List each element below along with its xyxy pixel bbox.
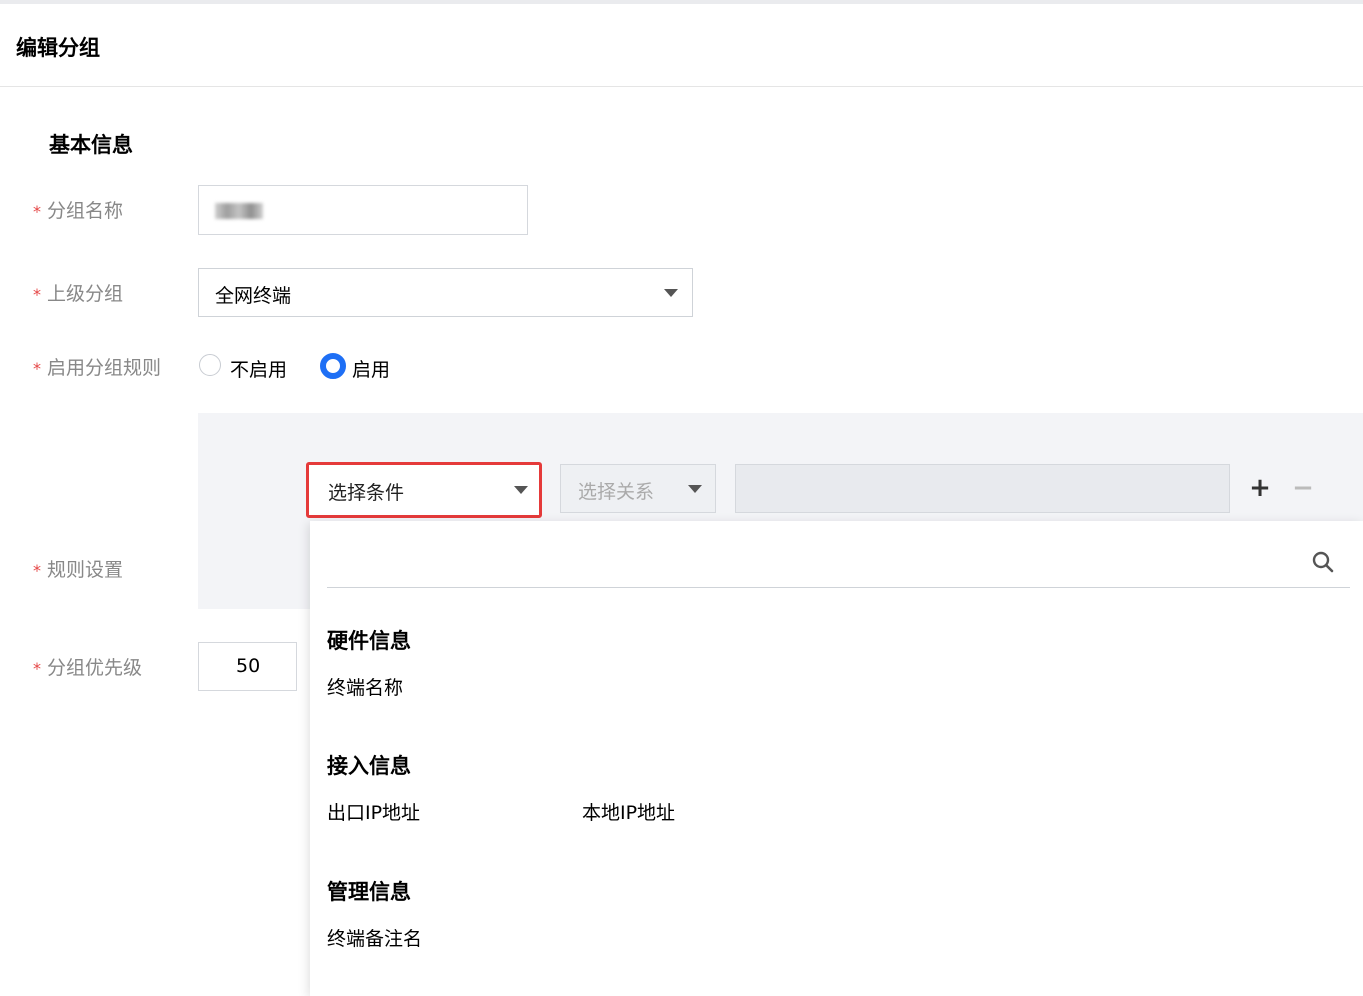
group-title-access: 接入信息: [327, 754, 411, 778]
page-title: 编辑分组: [16, 36, 100, 60]
group-title-hardware: 硬件信息: [327, 629, 411, 653]
caret-down-icon: [688, 485, 702, 493]
group-name-value: [215, 203, 263, 219]
group-name-label: * 分组名称: [33, 196, 123, 223]
required-mark: *: [33, 561, 41, 580]
condition-select[interactable]: 选择条件: [306, 462, 542, 518]
group-name-input[interactable]: [198, 185, 528, 235]
add-rule-button[interactable]: +: [1249, 475, 1271, 501]
condition-dropdown-panel: 硬件信息 终端名称 接入信息 出口IP地址 本地IP地址 管理信息 终端备注名: [310, 521, 1363, 996]
condition-select-placeholder: 选择条件: [328, 482, 405, 504]
radio-disable[interactable]: [199, 354, 221, 376]
rule-setting-label: * 规则设置: [33, 555, 123, 582]
parent-group-select[interactable]: 全网终端: [198, 268, 693, 317]
group-name-label-text: 分组名称: [47, 200, 124, 222]
relation-select[interactable]: 选择关系: [560, 464, 716, 513]
priority-label: * 分组优先级: [33, 653, 142, 680]
priority-input[interactable]: 50: [198, 642, 297, 691]
priority-label-text: 分组优先级: [47, 657, 143, 679]
option-terminal-remark[interactable]: 终端备注名: [327, 924, 422, 951]
option-egress-ip[interactable]: 出口IP地址: [327, 798, 420, 825]
required-mark: *: [33, 285, 41, 304]
group-title-management: 管理信息: [327, 880, 411, 904]
required-mark: *: [33, 359, 41, 378]
required-mark: *: [33, 659, 41, 678]
section-title-basic-info: 基本信息: [49, 133, 133, 157]
enable-rule-label-text: 启用分组规则: [47, 357, 162, 379]
enable-rule-label: * 启用分组规则: [33, 353, 161, 380]
option-local-ip[interactable]: 本地IP地址: [582, 798, 675, 825]
search-icon[interactable]: [1312, 551, 1334, 573]
dropdown-search-bar: [327, 541, 1350, 588]
remove-rule-button[interactable]: −: [1292, 475, 1314, 501]
parent-group-value: 全网终端: [215, 285, 292, 307]
caret-down-icon: [514, 486, 528, 494]
radio-enable[interactable]: [320, 353, 346, 379]
required-mark: *: [33, 202, 41, 221]
parent-group-label: * 上级分组: [33, 279, 123, 306]
parent-group-label-text: 上级分组: [47, 283, 124, 305]
radio-disable-label[interactable]: 不启用: [230, 355, 287, 382]
edit-group-page: 编辑分组 基本信息 * 分组名称 * 上级分组 全网终端 * 启用分组规则 不启用 启…: [0, 0, 1363, 996]
radio-enable-label[interactable]: 启用: [352, 355, 390, 382]
page-header: 编辑分组: [0, 4, 1363, 87]
option-terminal-name[interactable]: 终端名称: [327, 673, 403, 700]
relation-select-placeholder: 选择关系: [578, 481, 655, 503]
dropdown-search-input[interactable]: [327, 541, 1291, 587]
rule-setting-label-text: 规则设置: [47, 559, 124, 581]
rule-value-input[interactable]: [735, 464, 1230, 513]
caret-down-icon: [664, 289, 678, 297]
priority-value: 50: [236, 655, 261, 677]
